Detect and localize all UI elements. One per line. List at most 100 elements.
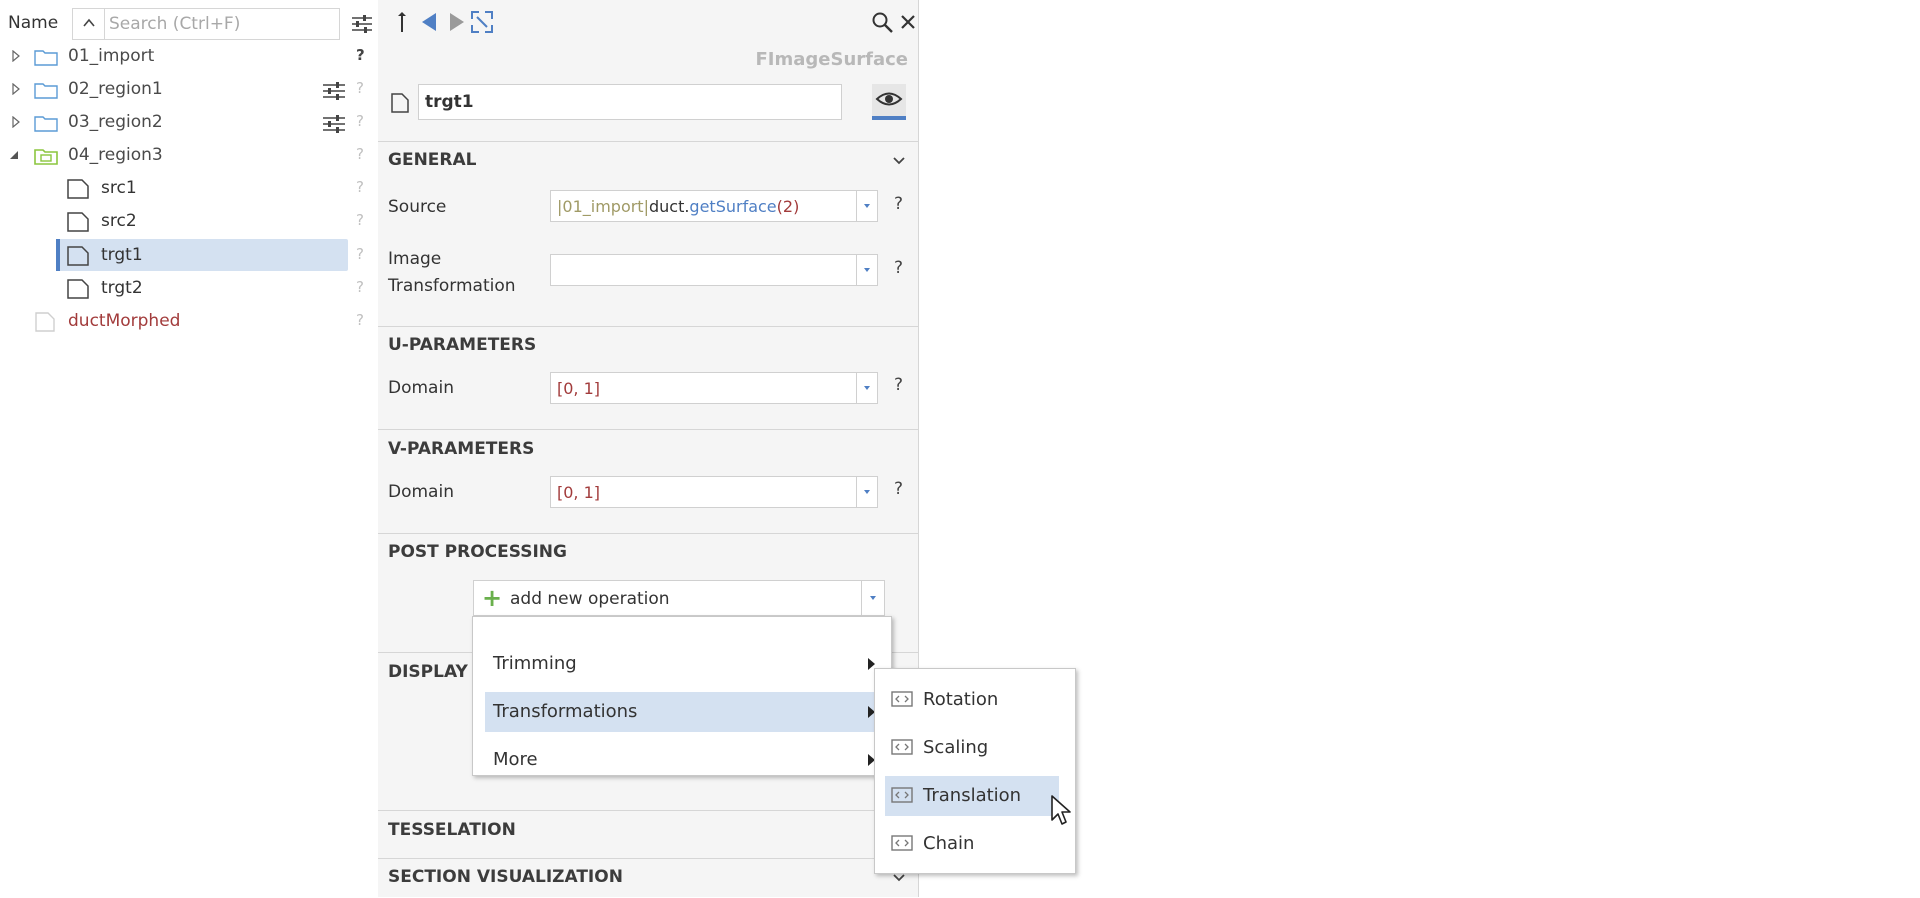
tesselation-section: TESSELATION <box>378 810 918 859</box>
tree-item-trgt2[interactable]: trgt2 ? <box>0 272 378 305</box>
back-arrow-icon[interactable] <box>418 10 442 34</box>
help-icon[interactable]: ? <box>894 258 903 278</box>
mouse-cursor-icon <box>1051 795 1071 825</box>
source-object: duct. <box>648 197 690 216</box>
menu-item-label: More <box>493 749 538 770</box>
section-title[interactable]: DISPLAY <box>388 662 468 682</box>
submenu-item-rotation[interactable]: Rotation <box>885 680 1059 720</box>
visibility-toggle[interactable] <box>872 84 906 120</box>
help-icon[interactable]: ? <box>356 211 364 229</box>
surface-icon <box>67 179 89 199</box>
submenu-item-translation[interactable]: Translation <box>885 776 1059 816</box>
forward-arrow-icon[interactable] <box>444 10 468 34</box>
tree-item-trgt1[interactable]: trgt1 ? <box>0 239 378 272</box>
section-title[interactable]: U-PARAMETERS <box>388 335 536 355</box>
image-transformation-combo[interactable] <box>550 254 878 286</box>
section-title[interactable]: SECTION VISUALIZATION <box>388 867 623 887</box>
help-icon[interactable]: ? <box>894 194 903 214</box>
source-value: |01_import|duct.getSurface(2) <box>557 197 799 216</box>
collapse-icon[interactable] <box>8 149 20 161</box>
expand-icon[interactable] <box>10 83 22 95</box>
search-icon[interactable] <box>870 10 894 34</box>
dropdown-arrow[interactable] <box>856 373 877 403</box>
source-combo[interactable]: |01_import|duct.getSurface(2) <box>550 190 878 222</box>
submenu-item-label: Rotation <box>923 689 999 710</box>
domain-label: Domain <box>388 482 454 502</box>
help-icon[interactable]: ? <box>356 79 364 97</box>
sliders-icon[interactable] <box>322 82 346 100</box>
submenu-item-label: Chain <box>923 833 975 854</box>
u-domain-combo[interactable]: [0, 1] <box>550 372 878 404</box>
expand-icon[interactable] <box>10 50 22 62</box>
object-name-input[interactable] <box>418 84 842 120</box>
chevron-down-icon[interactable] <box>892 873 906 883</box>
pin-icon[interactable] <box>390 10 414 34</box>
tree-item-01-import[interactable]: 01_import ? <box>0 40 378 73</box>
add-operation-combo[interactable]: + add new operation <box>473 580 885 616</box>
tree-search-input[interactable] <box>104 8 340 40</box>
section-title[interactable]: GENERAL <box>388 150 477 170</box>
menu-item-more[interactable]: More <box>485 740 883 780</box>
folder-icon <box>34 116 58 132</box>
menu-item-trimming[interactable]: Trimming <box>485 644 883 684</box>
menu-item-transformations[interactable]: Transformations <box>485 692 883 732</box>
tree-item-03-region2[interactable]: 03_region2 ? <box>0 106 378 139</box>
submenu-item-label: Translation <box>923 785 1022 806</box>
section-title[interactable]: POST PROCESSING <box>388 542 567 562</box>
dropdown-arrow[interactable] <box>861 581 884 615</box>
tree-item-label: src1 <box>101 178 137 198</box>
sort-ascending-button[interactable] <box>72 8 104 40</box>
tree-item-04-region3[interactable]: 04_region3 ? <box>0 139 378 172</box>
active-folder-icon <box>34 149 58 165</box>
submenu-item-chain[interactable]: Chain <box>885 824 1059 864</box>
add-operation-label: add new operation <box>510 589 670 609</box>
tree-filter-button[interactable] <box>350 13 374 35</box>
help-icon[interactable]: ? <box>356 278 364 296</box>
help-icon[interactable]: ? <box>356 178 364 196</box>
tree-item-src2[interactable]: src2 ? <box>0 205 378 238</box>
domain-label: Domain <box>388 378 454 398</box>
add-operation-menu: Trimming Transformations More <box>472 616 892 776</box>
section-title[interactable]: V-PARAMETERS <box>388 439 534 459</box>
v-domain-value: [0, 1] <box>557 483 601 502</box>
close-icon[interactable] <box>896 10 920 34</box>
source-label: Source <box>388 197 447 217</box>
help-icon[interactable]: ? <box>894 479 903 499</box>
u-parameters-section: U-PARAMETERS Domain [0, 1] ? <box>378 326 918 431</box>
tree-item-label: 01_import <box>68 46 155 66</box>
name-column-label[interactable]: Name <box>8 13 58 33</box>
v-domain-combo[interactable]: [0, 1] <box>550 476 878 508</box>
sliders-icon[interactable] <box>322 115 346 133</box>
surface-icon <box>67 212 89 232</box>
selection-highlight <box>56 239 348 271</box>
help-icon[interactable]: ? <box>356 311 364 329</box>
object-tree-panel: Name 01_import ? 02_region1 ? 03_region2… <box>0 0 379 897</box>
source-args: (2) <box>776 197 800 216</box>
tree-item-label: 04_region3 <box>68 145 163 165</box>
transformations-submenu: Rotation Scaling Translation Chain <box>874 668 1076 874</box>
transform-icon <box>891 835 913 851</box>
help-icon[interactable]: ? <box>356 145 364 163</box>
chevron-up-icon <box>82 18 95 27</box>
menu-item-label: Transformations <box>493 701 638 722</box>
tree-item-ductmorphed[interactable]: ductMorphed ? <box>0 305 378 338</box>
dropdown-arrow[interactable] <box>856 477 877 507</box>
help-icon[interactable]: ? <box>356 112 364 130</box>
dropdown-arrow[interactable] <box>856 255 877 285</box>
help-icon[interactable]: ? <box>356 46 365 64</box>
tree-item-02-region1[interactable]: 02_region1 ? <box>0 73 378 106</box>
chevron-down-icon[interactable] <box>892 156 906 166</box>
sliders-icon <box>352 15 372 33</box>
folder-icon <box>34 50 58 66</box>
help-icon[interactable]: ? <box>356 245 364 263</box>
section-title[interactable]: TESSELATION <box>388 820 516 840</box>
tree-item-src1[interactable]: src1 ? <box>0 172 378 205</box>
expand-view-icon[interactable] <box>470 10 494 34</box>
tree-item-label: ductMorphed <box>68 311 181 331</box>
dropdown-arrow[interactable] <box>856 191 877 221</box>
surface-icon <box>391 93 409 113</box>
expand-icon[interactable] <box>10 116 22 128</box>
help-icon[interactable]: ? <box>894 375 903 395</box>
source-method: getSurface <box>689 197 777 216</box>
submenu-item-scaling[interactable]: Scaling <box>885 728 1059 768</box>
